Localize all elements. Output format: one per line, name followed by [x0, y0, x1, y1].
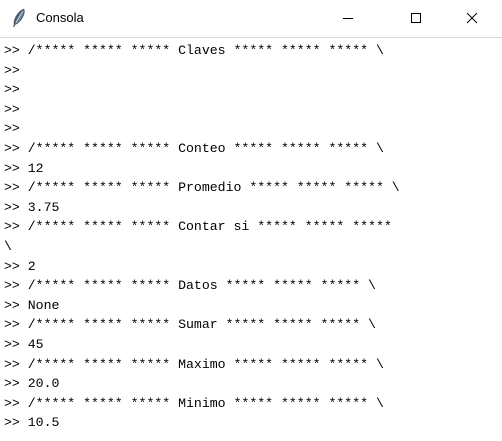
- console-line: >> 12: [4, 160, 44, 176]
- console-line: >> 20.0: [4, 376, 60, 392]
- console-line: >> /***** ***** ***** Sumar ***** ***** …: [4, 317, 376, 333]
- console-line: >> /***** ***** ***** Contar si ***** **…: [4, 219, 392, 235]
- console-line: >> /***** ***** ***** Maximo ***** *****…: [4, 356, 384, 372]
- minimize-button[interactable]: [325, 0, 371, 36]
- console-window: Consola >> /***** ***** ***** Claves ***…: [0, 0, 502, 441]
- console-output[interactable]: >> /***** ***** ***** Claves ***** *****…: [0, 37, 502, 441]
- title-bar[interactable]: Consola: [0, 0, 502, 36]
- console-line: >> /***** ***** ***** Datos ***** ***** …: [4, 278, 376, 294]
- console-line: >> None: [4, 297, 60, 313]
- console-line: >> /***** ***** ***** Minimo ***** *****…: [4, 395, 384, 411]
- close-icon: [466, 12, 478, 24]
- console-line: >>: [4, 121, 20, 137]
- console-line: >> /***** ***** ***** Conteo ***** *****…: [4, 140, 384, 156]
- console-line: >> 2: [4, 258, 36, 274]
- close-button[interactable]: [449, 0, 495, 36]
- minimize-icon: [342, 12, 354, 24]
- console-line: \: [4, 238, 12, 254]
- maximize-button[interactable]: [393, 0, 439, 36]
- console-line: >> 10.5: [4, 415, 60, 431]
- console-lines: >> /***** ***** ***** Claves ***** *****…: [4, 41, 400, 433]
- console-line: >>: [4, 101, 20, 117]
- console-line: >>: [4, 62, 20, 78]
- console-line: >> 3.75: [4, 199, 60, 215]
- window-title: Consola: [36, 10, 84, 25]
- console-line: >> /***** ***** ***** Promedio ***** ***…: [4, 180, 400, 196]
- maximize-icon: [410, 12, 422, 24]
- feather-icon: [10, 8, 28, 28]
- console-line: >>: [4, 82, 20, 98]
- console-line: >> 45: [4, 336, 44, 352]
- console-line: >> /***** ***** ***** Claves ***** *****…: [4, 43, 384, 58]
